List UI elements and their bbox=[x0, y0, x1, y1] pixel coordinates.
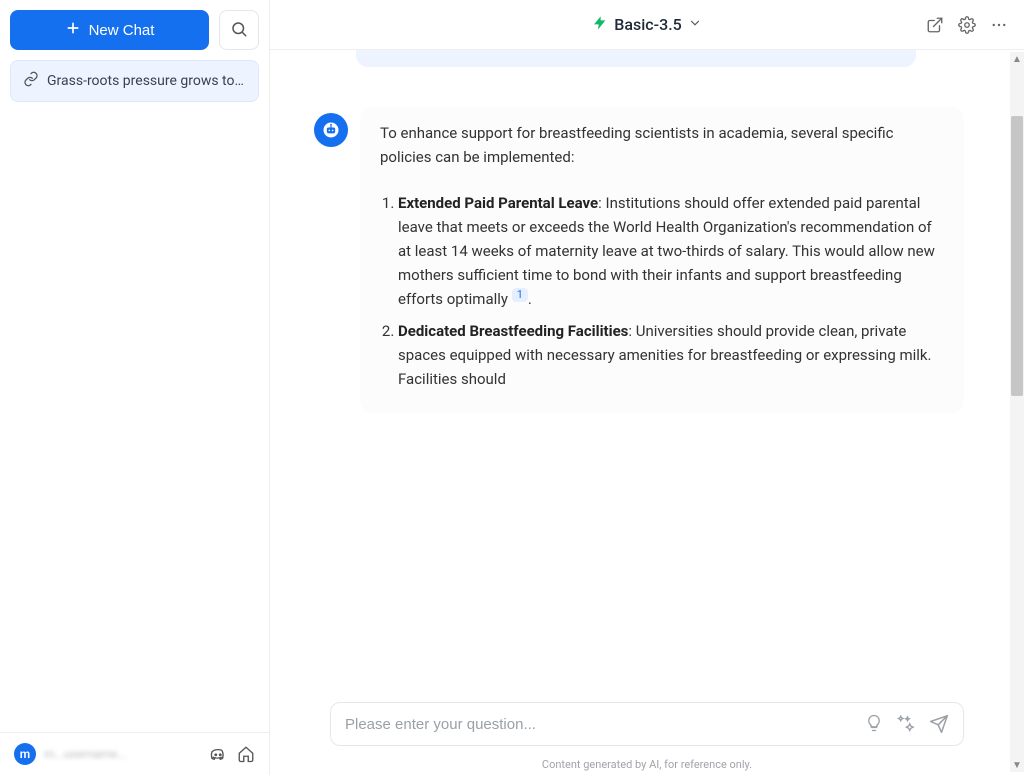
assistant-avatar bbox=[314, 113, 348, 147]
chat-scroll[interactable]: particularly Nordic nations, set an exam… bbox=[270, 50, 1024, 694]
new-chat-button[interactable]: New Chat bbox=[10, 10, 209, 50]
conversation-title: Grass-roots pressure grows to boos... bbox=[47, 73, 246, 89]
assistant-message: To enhance support for breastfeeding sci… bbox=[360, 107, 964, 413]
bolt-icon bbox=[592, 15, 608, 35]
disclaimer: Content generated by AI, for reference o… bbox=[270, 752, 1024, 775]
user-avatar[interactable]: m bbox=[14, 743, 36, 765]
user-message-row: What specific policies could be implemen… bbox=[320, 50, 964, 67]
assistant-policy-list: Extended Paid Parental Leave: Institutio… bbox=[380, 191, 944, 391]
search-button[interactable] bbox=[219, 10, 259, 50]
settings-icon[interactable] bbox=[958, 16, 976, 34]
assistant-list-item: Extended Paid Parental Leave: Institutio… bbox=[398, 191, 944, 311]
sidebar: New Chat Grass-roots pressure grows to b… bbox=[0, 0, 270, 775]
citation-badge[interactable]: 1 bbox=[512, 288, 528, 302]
scroll-down-arrow[interactable]: ▼ bbox=[1012, 760, 1022, 770]
conversation-item[interactable]: Grass-roots pressure grows to boos... bbox=[10, 60, 259, 102]
link-icon bbox=[23, 71, 39, 91]
input-area bbox=[270, 694, 1024, 752]
scrollbar-thumb[interactable] bbox=[1011, 116, 1023, 396]
list-item-title: Dedicated Breastfeeding Facilities bbox=[398, 322, 628, 340]
chevron-down-icon bbox=[688, 15, 702, 34]
search-icon bbox=[230, 20, 248, 41]
plus-icon bbox=[65, 20, 81, 40]
scrollbar-track[interactable]: ▲ ▼ bbox=[1010, 52, 1024, 772]
send-icon[interactable] bbox=[929, 714, 949, 734]
discord-icon[interactable] bbox=[209, 745, 227, 763]
lightbulb-icon[interactable] bbox=[865, 714, 883, 734]
home-icon[interactable] bbox=[237, 745, 255, 763]
more-icon[interactable] bbox=[990, 16, 1008, 34]
magic-icon[interactable] bbox=[897, 714, 915, 734]
input-box bbox=[330, 702, 964, 746]
model-name: Basic-3.5 bbox=[614, 15, 681, 34]
header: Basic-3.5 bbox=[270, 0, 1024, 50]
list-item-title: Extended Paid Parental Leave bbox=[398, 194, 598, 212]
external-link-icon[interactable] bbox=[926, 16, 944, 34]
scroll-up-arrow[interactable]: ▲ bbox=[1012, 54, 1022, 64]
user-name: m...username... bbox=[44, 747, 127, 761]
message-input[interactable] bbox=[345, 716, 855, 733]
user-message: What specific policies could be implemen… bbox=[356, 50, 916, 67]
assistant-list-item: Dedicated Breastfeeding Facilities: Univ… bbox=[398, 319, 944, 391]
main-panel: Basic-3.5 particularly Nordic nations, s… bbox=[270, 0, 1024, 775]
assistant-intro: To enhance support for breastfeeding sci… bbox=[380, 121, 944, 169]
model-selector[interactable]: Basic-3.5 bbox=[592, 15, 701, 35]
new-chat-label: New Chat bbox=[89, 22, 155, 39]
sidebar-footer: m m...username... bbox=[0, 732, 269, 775]
